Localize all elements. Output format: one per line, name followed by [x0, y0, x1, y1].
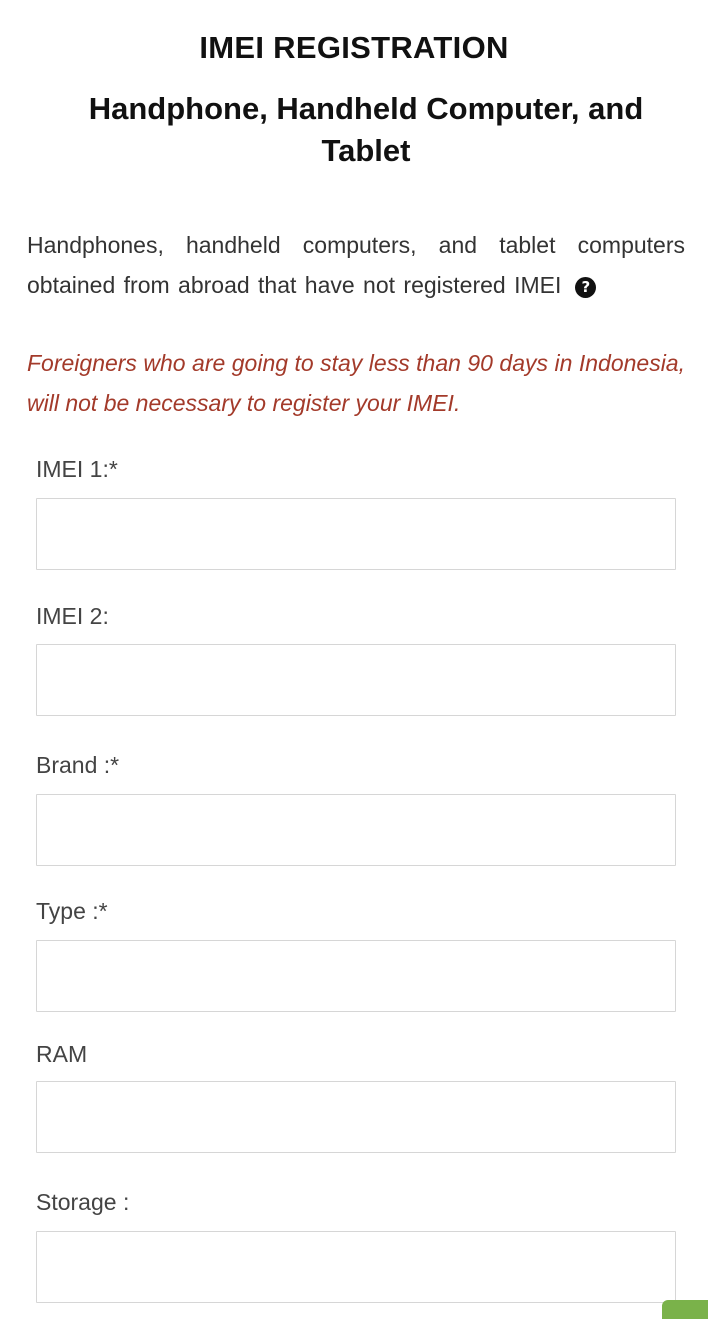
- imei-registration-page: IMEI REGISTRATION Handphone, Handheld Co…: [0, 0, 708, 1319]
- brand-label: Brand :*: [36, 752, 120, 778]
- floating-action-button[interactable]: [662, 1300, 708, 1319]
- foreigner-notice: Foreigners who are going to stay less th…: [27, 350, 685, 416]
- page-title: IMEI REGISTRATION: [199, 30, 509, 65]
- ram-input[interactable]: [36, 1081, 676, 1153]
- page-subtitle: Handphone, Handheld Computer, and Tablet: [88, 91, 644, 168]
- imei1-label: IMEI 1:*: [36, 456, 118, 482]
- ram-label: RAM: [36, 1041, 88, 1067]
- brand-input[interactable]: [36, 794, 676, 866]
- question-circle-icon[interactable]: ?: [575, 276, 597, 298]
- intro-paragraph: Handphones, handheld computers, and tabl…: [27, 226, 685, 305]
- imei2-input[interactable]: [36, 644, 676, 716]
- imei1-input[interactable]: [36, 498, 676, 570]
- type-label: Type :*: [36, 898, 108, 924]
- storage-input[interactable]: [36, 1231, 676, 1303]
- imei2-label: IMEI 2:: [36, 603, 109, 629]
- type-input[interactable]: [36, 940, 676, 1012]
- storage-label: Storage :: [36, 1189, 130, 1215]
